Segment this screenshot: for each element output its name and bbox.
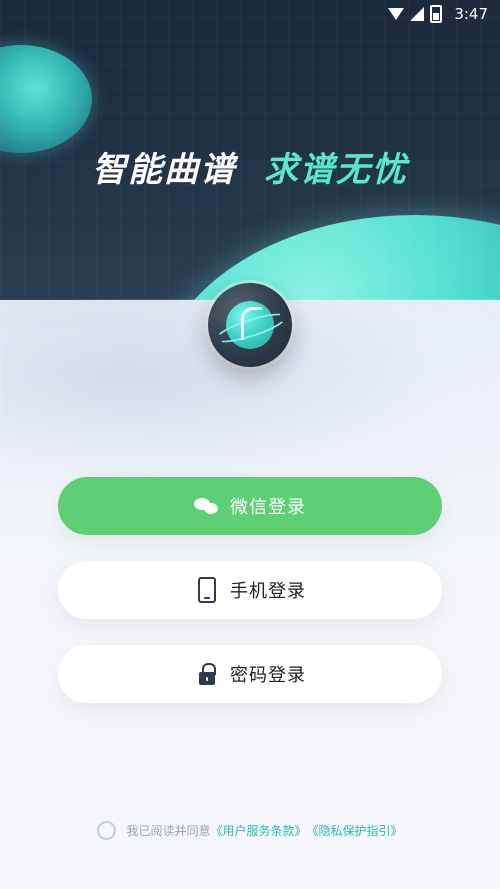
phone-login-label: 手机登录 xyxy=(230,581,306,602)
wechat-bubble-right xyxy=(204,503,218,514)
music-note-icon xyxy=(241,307,262,340)
privacy-link[interactable]: 《隐私保护指引》 xyxy=(307,822,403,839)
agreement-row: 我已阅读并同意 《用户服务条款》 《隐私保护指引》 xyxy=(0,820,500,840)
wechat-login-label: 微信登录 xyxy=(230,497,306,518)
status-icons xyxy=(388,5,442,23)
tagline-part2: 求谱无忧 xyxy=(263,150,408,190)
agreement-radio[interactable] xyxy=(97,820,117,840)
status-time: 3:47 xyxy=(454,5,488,23)
hero-banner: 智能曲谱 求谱无忧 xyxy=(0,0,500,330)
lock-icon-wrap xyxy=(194,661,220,687)
wechat-icon xyxy=(194,496,220,516)
signal-icon xyxy=(410,7,424,21)
password-login-button[interactable]: 密码登录 xyxy=(58,645,442,703)
status-bar: 3:47 xyxy=(0,0,500,28)
wifi-icon xyxy=(388,8,404,20)
phone-icon-wrap xyxy=(194,577,220,603)
planet-small xyxy=(0,45,92,153)
terms-link[interactable]: 《用户服务条款》 xyxy=(210,822,306,839)
lock-keyhole xyxy=(206,677,208,681)
agreement-prefix: 我已阅读并同意 xyxy=(126,823,211,838)
wechat-login-button[interactable]: 微信登录 xyxy=(58,477,442,535)
phone-icon xyxy=(198,577,216,603)
app-logo xyxy=(208,283,292,367)
hero-tagline: 智能曲谱 求谱无忧 xyxy=(0,142,500,191)
lock-icon xyxy=(199,663,216,685)
battery-icon xyxy=(430,5,442,23)
tagline-part1: 智能曲谱 xyxy=(92,150,237,190)
wechat-icon-wrap xyxy=(194,493,220,519)
password-login-label: 密码登录 xyxy=(230,665,306,686)
phone-login-button[interactable]: 手机登录 xyxy=(58,561,442,619)
